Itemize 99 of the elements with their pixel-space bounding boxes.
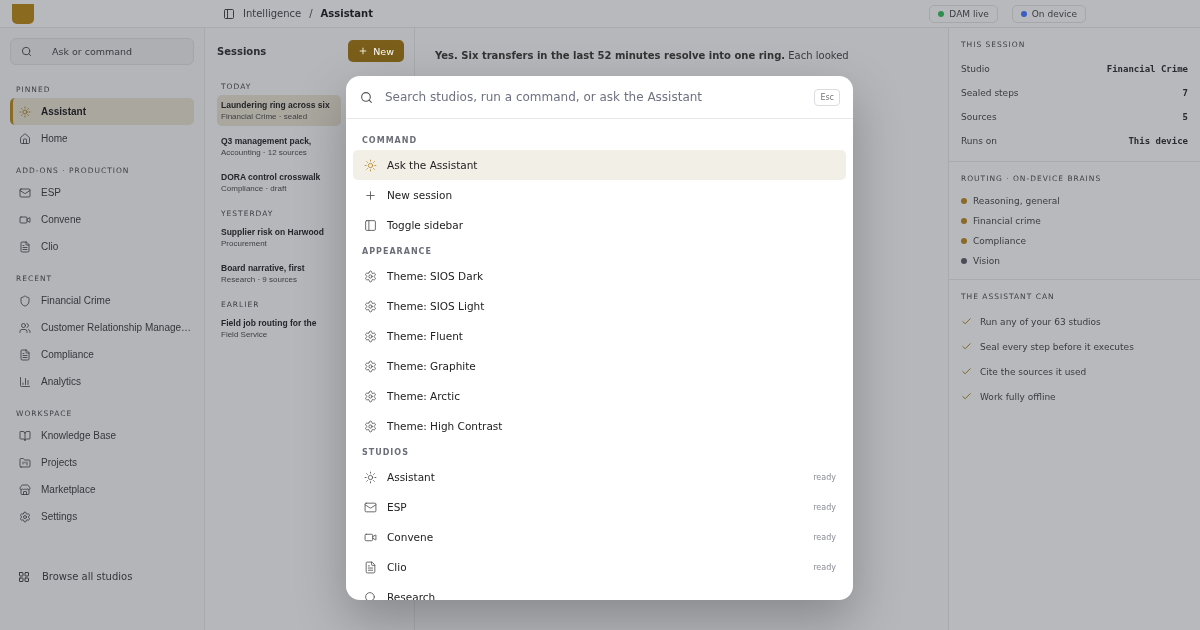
- palette-item[interactable]: Convene ready: [353, 522, 846, 552]
- gear-icon: [364, 299, 377, 313]
- sidebar-item[interactable]: Home: [10, 125, 194, 152]
- new-session-button[interactable]: New: [348, 40, 404, 62]
- document-icon: [364, 560, 377, 574]
- gear-icon: [364, 359, 377, 373]
- sidebar-icon: [364, 218, 377, 232]
- breadcrumb-separator: /: [309, 8, 313, 19]
- detail-value: 5: [1182, 112, 1188, 122]
- mail-icon: [19, 186, 31, 199]
- palette-item[interactable]: Ask the Assistant: [353, 150, 846, 180]
- session-item[interactable]: Laundering ring across six Financial Crime · sealed: [217, 95, 341, 126]
- palette-item[interactable]: Theme: Graphite: [353, 351, 846, 381]
- browse-studios-link[interactable]: Browse all studios: [10, 563, 194, 590]
- sidebar-item[interactable]: Clio: [10, 233, 194, 260]
- session-item[interactable]: Field job routing for the Field Service: [217, 313, 341, 344]
- session-item[interactable]: Supplier risk on Harwood Procurement: [217, 222, 341, 253]
- palette-item[interactable]: Theme: SIOS Light: [353, 291, 846, 321]
- route-label: Vision: [973, 256, 1000, 266]
- people-icon: [19, 321, 31, 334]
- esc-key[interactable]: Esc: [814, 88, 840, 106]
- route-label: Compliance: [973, 236, 1026, 246]
- status-pill: DAM live: [929, 4, 998, 23]
- book-icon: [19, 429, 31, 442]
- palette-item[interactable]: Assistant ready: [353, 462, 846, 492]
- status-pill: On device: [1011, 4, 1086, 23]
- ability-text: Work fully offline: [980, 391, 1056, 402]
- palette-item[interactable]: ESP ready: [353, 492, 846, 522]
- check-icon: [961, 341, 972, 352]
- check-icon: [961, 366, 972, 377]
- sidebar-item[interactable]: Assistant: [10, 98, 194, 125]
- breadcrumb-current: Assistant: [320, 8, 373, 19]
- palette-item[interactable]: Theme: High Contrast: [353, 411, 846, 441]
- detail-label: Runs on: [961, 136, 998, 146]
- palette-item[interactable]: Theme: SIOS Dark: [353, 261, 846, 291]
- command-field[interactable]: Ask or command: [10, 38, 194, 65]
- check-icon: [961, 391, 972, 402]
- session-item[interactable]: DORA control crosswalk Compliance · draft: [217, 167, 341, 198]
- sidebar-item[interactable]: Customer Relationship Manage…: [10, 314, 194, 341]
- palette-item[interactable]: Theme: Fluent: [353, 321, 846, 351]
- breadcrumb-link[interactable]: Intelligence: [243, 8, 302, 19]
- gear-icon: [19, 510, 31, 523]
- video-icon: [19, 213, 31, 226]
- sun-icon: [364, 470, 377, 484]
- gear-icon: [364, 389, 377, 403]
- detail-label: Sources: [961, 112, 997, 122]
- document-icon: [19, 240, 31, 253]
- session-item[interactable]: Q3 management pack, Accounting · 12 sources: [217, 131, 341, 162]
- route-label: Reasoning, general: [973, 196, 1060, 206]
- logo-icon: [12, 3, 34, 24]
- sidebar-item[interactable]: Compliance: [10, 341, 194, 368]
- sidebar-item[interactable]: Convene: [10, 206, 194, 233]
- palette-item[interactable]: Clio ready: [353, 552, 846, 582]
- sessions-title: Sessions: [217, 45, 267, 57]
- sidebar-item[interactable]: Marketplace: [10, 476, 194, 503]
- palette-item[interactable]: New session: [353, 180, 846, 210]
- sun-icon: [19, 105, 31, 118]
- home-icon: [19, 132, 31, 145]
- detail-value: Financial Crime: [1106, 64, 1188, 74]
- sidebar-item[interactable]: Analytics: [10, 368, 194, 395]
- palette-item[interactable]: Theme: Arctic: [353, 381, 846, 411]
- route-label: Financial crime: [973, 216, 1041, 226]
- gear-icon: [364, 269, 377, 283]
- search-icon: [364, 590, 377, 600]
- sidebar-icon: [223, 7, 235, 20]
- shield-icon: [19, 294, 31, 307]
- ability-text: Cite the sources it used: [980, 366, 1087, 377]
- detail-value: 7: [1182, 88, 1188, 98]
- store-icon: [19, 483, 31, 496]
- search-icon: [21, 46, 32, 57]
- folder-icon: [19, 456, 31, 469]
- grid-icon: [18, 570, 30, 583]
- section-title: COMMAND: [361, 135, 419, 147]
- mail-icon: [364, 500, 377, 514]
- plus-icon: [358, 46, 369, 56]
- ability-text: Run any of your 63 studios: [980, 316, 1101, 327]
- answer-text: Yes. Six transfers in the last 52 minutes resolve into one ring. Each looked: [435, 50, 850, 61]
- sidebar-item[interactable]: Knowledge Base: [10, 422, 194, 449]
- gear-icon: [364, 329, 377, 343]
- chart-icon: [19, 375, 31, 388]
- palette-item[interactable]: Toggle sidebar: [353, 210, 846, 240]
- sidebar-item[interactable]: Financial Crime: [10, 287, 194, 314]
- sun-icon: [364, 158, 377, 172]
- section-title: STUDIOS: [361, 447, 410, 459]
- detail-label: Studio: [961, 64, 990, 74]
- detail-value: This device: [1128, 136, 1188, 146]
- search-icon: [360, 90, 373, 104]
- ability-text: Seal every step before it executes: [980, 341, 1134, 352]
- search-field[interactable]: Search studios, run a command, or ask the Assistant: [383, 89, 805, 105]
- session-item[interactable]: Board narrative, first Research · 9 sources: [217, 258, 341, 289]
- section-title: APPEARANCE: [361, 246, 433, 258]
- gear-icon: [364, 419, 377, 433]
- sidebar-item[interactable]: Projects: [10, 449, 194, 476]
- sidebar-item[interactable]: Settings: [10, 503, 194, 530]
- detail-label: Sealed steps: [961, 88, 1019, 98]
- sidebar-item[interactable]: ESP: [10, 179, 194, 206]
- check-icon: [961, 316, 972, 327]
- document-icon: [19, 348, 31, 361]
- plus-icon: [364, 188, 377, 202]
